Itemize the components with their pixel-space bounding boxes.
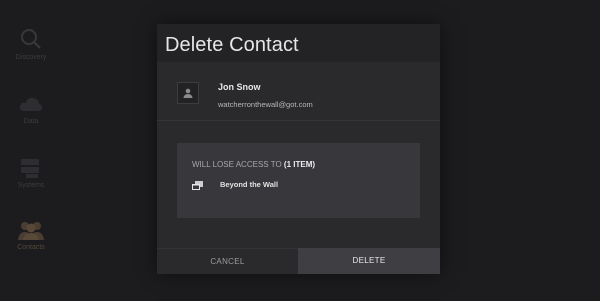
sidebar-nav: Discovery Data Systems Contacts [0, 0, 62, 301]
sidebar-item-label: Data [23, 118, 39, 125]
sidebar-item-discovery[interactable]: Discovery [0, 27, 62, 61]
dialog-title: Delete Contact [165, 34, 299, 56]
app-window: Discovery Data Systems Contacts Delete C… [0, 0, 600, 301]
folders-icon [192, 181, 203, 190]
search-icon [21, 29, 41, 49]
contact-summary: Jon Snow watcherronthewall@got.com [157, 62, 440, 121]
dialog-header: Delete Contact [157, 24, 440, 62]
access-item-label: Beyond the Wall [220, 180, 279, 189]
delete-contact-dialog: Delete Contact Jon Snow watcherronthewal… [157, 24, 440, 274]
people-icon [18, 222, 44, 240]
sidebar-item-data[interactable]: Data [0, 95, 62, 125]
servers-icon [21, 159, 39, 178]
cloud-icon [19, 97, 43, 111]
sidebar-item-label: Discovery [15, 54, 47, 61]
contact-name: Jon Snow [218, 82, 261, 92]
delete-button[interactable]: DELETE [298, 248, 440, 274]
dialog-footer: CANCEL DELETE [157, 248, 440, 274]
sidebar-item-label: Systems [17, 182, 45, 189]
access-item-count: (1 ITEM) [283, 160, 316, 169]
person-icon [183, 88, 193, 98]
avatar [177, 82, 199, 104]
access-heading: WILL LOSE ACCESS TO (1 ITEM) [192, 160, 315, 169]
sidebar-item-systems[interactable]: Systems [0, 157, 62, 189]
sidebar-item-label: Contacts [17, 244, 45, 251]
contact-email: watcherronthewall@got.com [218, 100, 313, 109]
access-heading-label: WILL LOSE ACCESS TO [192, 160, 282, 169]
sidebar-item-contacts[interactable]: Contacts [0, 219, 62, 251]
cancel-button[interactable]: CANCEL [157, 248, 298, 274]
access-warning-panel: WILL LOSE ACCESS TO (1 ITEM) Beyond the … [177, 143, 420, 218]
